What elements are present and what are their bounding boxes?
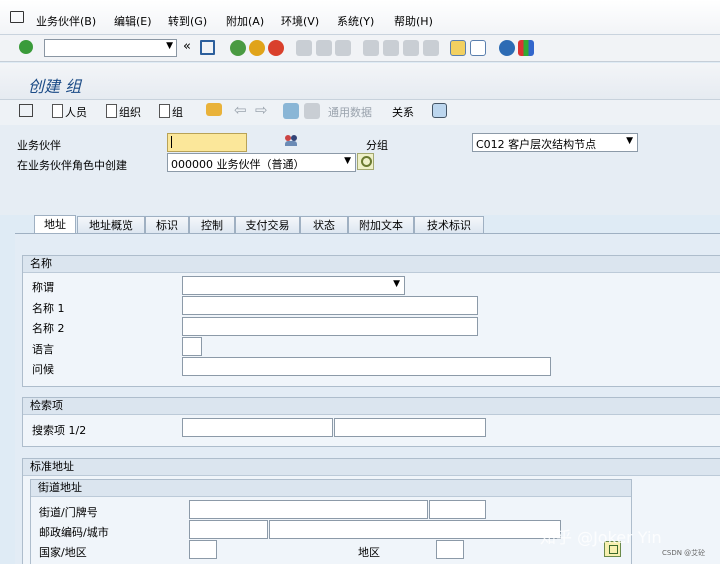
tab-address-overview[interactable]: 地址概览 [77, 216, 145, 234]
tab-additional-texts[interactable]: 附加文本 [348, 216, 414, 234]
name2-input[interactable] [182, 317, 478, 336]
page-title: 创建 组 [28, 77, 82, 96]
name1-input[interactable] [182, 296, 478, 315]
name-group-title: 名称 [23, 256, 720, 273]
region-input[interactable] [436, 540, 464, 559]
next-page-icon [403, 40, 419, 56]
exit-icon[interactable] [249, 40, 265, 56]
help-icon[interactable] [499, 40, 515, 56]
partners-icon[interactable] [285, 135, 299, 147]
tab-control[interactable]: 控制 [189, 216, 235, 234]
person-button[interactable]: 人员 [52, 104, 87, 120]
enter-check-icon[interactable] [19, 40, 33, 54]
search-term1-input[interactable] [182, 418, 333, 437]
table-icon[interactable] [19, 104, 33, 117]
menu-help[interactable]: 帮助(H) [394, 13, 433, 29]
street-input[interactable] [189, 500, 428, 519]
grouping-value: C012 客户层次结构节点 [476, 138, 597, 151]
shortcut-icon[interactable] [470, 40, 486, 56]
menu-bar: 业务伙伴(B) 编辑(E) 转到(G) 附加(A) 环境(V) 系统(Y) 帮助… [0, 0, 720, 35]
magic-wand-icon[interactable] [283, 103, 299, 119]
tab-identification[interactable]: 标识 [145, 216, 189, 234]
previous-page-icon [383, 40, 399, 56]
role-select[interactable]: 000000 业务伙伴（普通） ▼ [167, 153, 356, 172]
menu-icon[interactable] [10, 11, 24, 23]
standard-address-title: 标准地址 [23, 459, 720, 476]
find-next-icon [335, 40, 351, 56]
save-icon[interactable] [200, 40, 215, 55]
role-label: 在业务伙伴角色中创建 [17, 159, 127, 172]
group-button[interactable]: 组 [159, 104, 183, 120]
layout-menu-icon[interactable] [518, 40, 534, 56]
organization-button[interactable]: 组织 [106, 104, 141, 120]
menu-environment[interactable]: 环境(V) [281, 13, 319, 29]
tab-technical-id[interactable]: 技术标识 [414, 216, 484, 234]
last-page-icon [423, 40, 439, 56]
cancel-icon[interactable] [268, 40, 284, 56]
group-label: 组 [172, 106, 183, 119]
city-input[interactable] [269, 520, 561, 539]
region-label: 地区 [358, 546, 380, 559]
data-transfer-icon [304, 103, 320, 119]
menu-business-partner[interactable]: 业务伙伴(B) [36, 13, 96, 29]
arrow-right-icon: ⇨ [255, 101, 268, 119]
person-card-icon[interactable] [432, 103, 447, 118]
organization-label: 组织 [119, 106, 141, 119]
partner-label: 业务伙伴 [17, 139, 61, 152]
tab-address[interactable]: 地址 [34, 215, 76, 234]
person-label: 人员 [65, 106, 87, 119]
street-label: 街道/门牌号 [39, 506, 98, 519]
country-label: 国家/地区 [39, 546, 87, 559]
relationships-button[interactable]: 关系 [392, 104, 414, 120]
find-icon [316, 40, 332, 56]
title-bar [0, 63, 720, 99]
arrow-left-icon: ⇦ [234, 101, 247, 119]
back-icon[interactable] [230, 40, 246, 56]
name1-label: 名称 1 [32, 302, 65, 315]
open-folder-icon[interactable] [206, 103, 222, 116]
name2-label: 名称 2 [32, 322, 65, 335]
menu-goto[interactable]: 转到(G) [168, 13, 207, 29]
watermark: 知乎 @Joker Yin [540, 528, 662, 547]
new-session-icon[interactable] [450, 40, 466, 56]
chevron-down-icon[interactable]: ▼ [393, 279, 400, 289]
postal-code-input[interactable] [189, 520, 268, 539]
greeting-input[interactable] [182, 357, 551, 376]
credit-text: CSDN @艾砼 [662, 549, 706, 557]
text-cursor [171, 136, 172, 148]
search-term-label: 搜索项 1/2 [32, 424, 87, 437]
data-transfer-button: 通用数据 [328, 106, 372, 119]
search-icon[interactable] [357, 153, 374, 170]
country-input[interactable] [189, 540, 217, 559]
menu-extras[interactable]: 附加(A) [226, 13, 264, 29]
street-address-title: 街道地址 [31, 480, 631, 497]
first-page-icon [363, 40, 379, 56]
grouping-label: 分组 [366, 139, 388, 152]
document-icon [106, 104, 117, 118]
search-term2-input[interactable] [334, 418, 486, 437]
print-icon [296, 40, 312, 56]
chevron-down-icon[interactable]: ▼ [344, 156, 351, 166]
language-label: 语言 [32, 343, 54, 356]
chevron-down-icon[interactable]: ▼ [166, 41, 173, 51]
postal-city-label: 邮政编码/城市 [39, 526, 109, 539]
salutation-label: 称谓 [32, 281, 54, 294]
search-terms-title: 检索项 [23, 398, 720, 415]
salutation-select[interactable]: ▼ [182, 276, 405, 295]
role-value: 000000 业务伙伴（普通） [171, 158, 305, 171]
tab-payment-transactions[interactable]: 支付交易 [235, 216, 300, 234]
document-icon [159, 104, 170, 118]
grouping-select[interactable]: C012 客户层次结构节点 ▼ [472, 133, 638, 152]
language-input[interactable] [182, 337, 202, 356]
collapse-chevron-icon[interactable]: « [183, 39, 191, 54]
greeting-label: 问候 [32, 363, 54, 376]
tab-status[interactable]: 状态 [300, 216, 348, 234]
chevron-down-icon[interactable]: ▼ [626, 136, 633, 146]
document-icon [52, 104, 63, 118]
partner-input[interactable] [167, 133, 247, 152]
house-number-input[interactable] [429, 500, 486, 519]
menu-system[interactable]: 系统(Y) [337, 13, 374, 29]
command-field[interactable]: ▼ [44, 39, 177, 57]
menu-edit[interactable]: 编辑(E) [114, 13, 152, 29]
